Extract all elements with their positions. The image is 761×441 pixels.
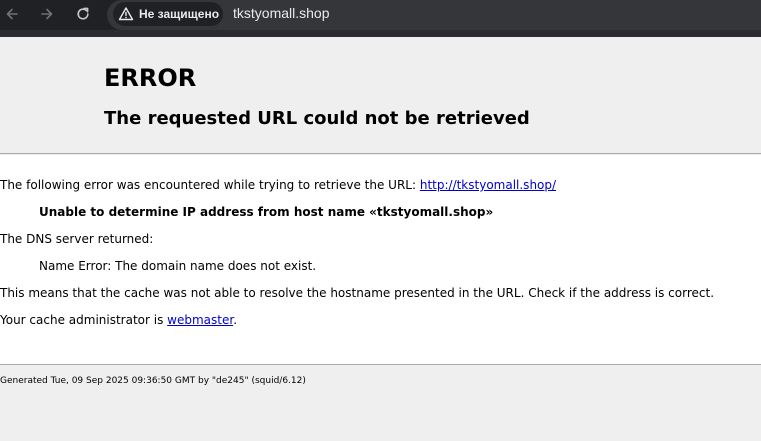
error-intro-text: The following error was encountered whil… <box>0 178 420 192</box>
error-explanation: This means that the cache was not able t… <box>0 286 715 300</box>
admin-line: Your cache administrator is webmaster. <box>0 312 237 328</box>
error-subtitle: The requested URL could not be retrieved <box>104 108 530 129</box>
security-chip[interactable]: Не защищено <box>113 2 223 26</box>
admin-text: Your cache administrator is <box>0 313 168 327</box>
webmaster-link[interactable]: webmaster <box>167 313 233 327</box>
back-button[interactable] <box>0 2 24 26</box>
error-intro: The following error was encountered whil… <box>0 177 556 193</box>
warning-icon <box>118 7 134 21</box>
admin-suffix: . <box>233 313 238 327</box>
forward-button[interactable] <box>35 2 59 26</box>
toolbar-strip <box>0 30 761 37</box>
url-text[interactable]: tkstyomall.shop <box>233 5 329 21</box>
error-content: The following error was encountered whil… <box>0 155 761 365</box>
error-detail: Unable to determine IP address from host… <box>39 205 494 219</box>
dns-label: The DNS server returned: <box>0 232 154 246</box>
error-header: ERROR The requested URL could not be ret… <box>0 37 761 154</box>
requested-url-link[interactable]: http://tkstyomall.shop/ <box>420 178 556 192</box>
footer-generated: Generated Tue, 09 Sep 2025 09:36:50 GMT … <box>0 376 306 386</box>
arrow-left-icon <box>6 8 18 20</box>
security-label: Не защищено <box>139 7 220 21</box>
error-page: ERROR The requested URL could not be ret… <box>0 37 761 441</box>
reload-icon <box>77 7 89 20</box>
error-title: ERROR <box>104 64 197 92</box>
arrow-right-icon <box>41 8 53 20</box>
browser-toolbar: Не защищено tkstyomall.shop <box>0 0 761 37</box>
dns-message: Name Error: The domain name does not exi… <box>39 259 317 273</box>
reload-button[interactable] <box>71 2 95 26</box>
address-bar[interactable]: Не защищено tkstyomall.shop <box>107 0 761 30</box>
